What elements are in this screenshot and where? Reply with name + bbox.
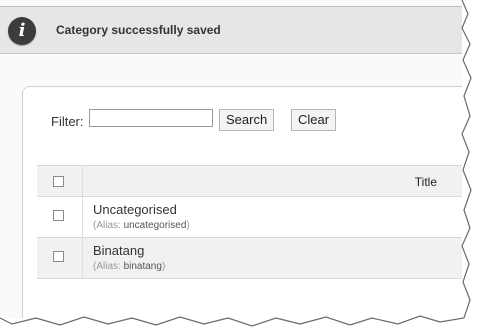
torn-edge-overlay xyxy=(0,0,478,336)
